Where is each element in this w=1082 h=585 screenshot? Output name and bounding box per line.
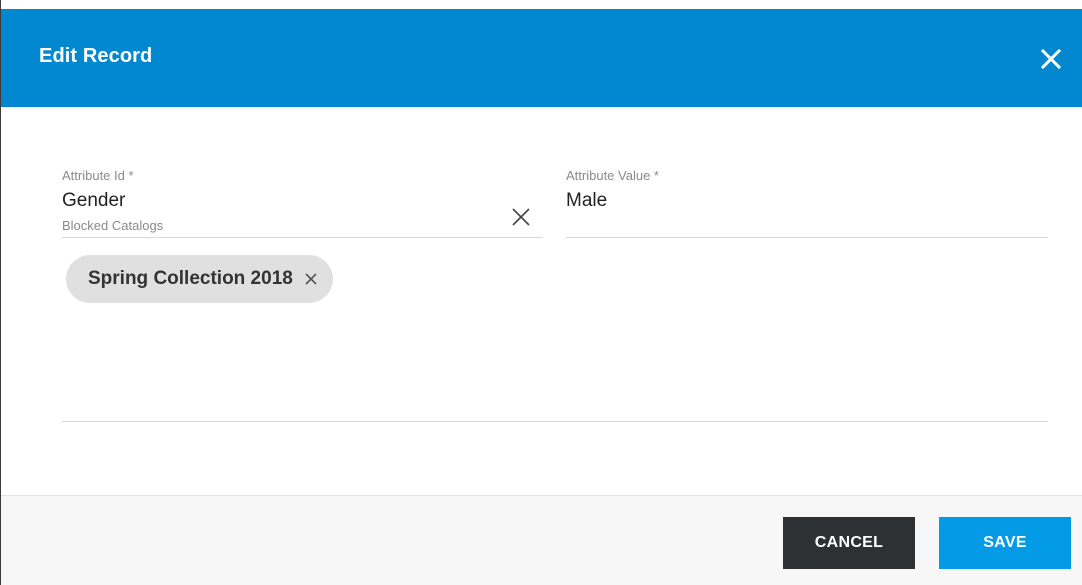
dialog-footer: CANCEL SAVE <box>1 495 1082 585</box>
catalog-chip[interactable]: Spring Collection 2018 <box>66 255 333 303</box>
blocked-catalogs-label: Blocked Catalogs <box>62 218 164 233</box>
edit-record-dialog: Edit Record Attribute Id * Gender Attrib… <box>0 0 1082 585</box>
dialog-body: Attribute Id * Gender Attribute Value * … <box>1 107 1082 496</box>
blocked-catalogs-field[interactable]: Blocked Catalogs Spring Collection 2018 <box>62 0 1048 422</box>
blocked-catalogs-underline <box>62 421 1048 422</box>
save-button[interactable]: SAVE <box>939 517 1071 569</box>
chip-remove-icon[interactable] <box>301 269 321 289</box>
catalog-chip-label: Spring Collection 2018 <box>88 268 293 289</box>
cancel-button[interactable]: CANCEL <box>783 517 915 569</box>
